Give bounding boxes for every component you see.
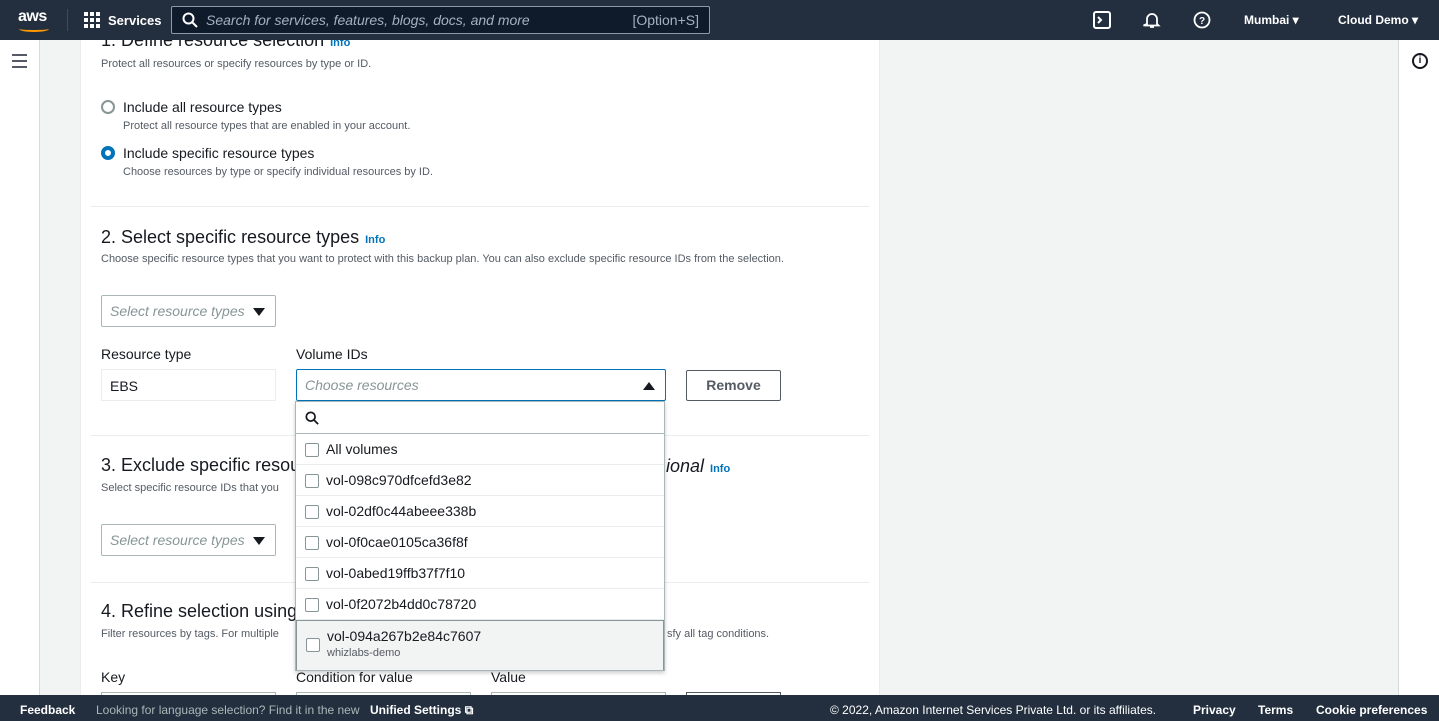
- dropdown-option[interactable]: vol-0f2072b4dd0c78720: [296, 589, 664, 620]
- resource-types-select[interactable]: Select resource types: [101, 295, 276, 327]
- account-menu[interactable]: Cloud Demo ▾: [1338, 13, 1418, 27]
- svg-text:?: ?: [1199, 16, 1205, 27]
- search-icon: [182, 12, 198, 28]
- search-icon: [305, 411, 319, 425]
- unified-settings-link[interactable]: Unified Settings: [370, 703, 461, 717]
- checkbox[interactable]: [305, 505, 319, 519]
- divider: [91, 206, 869, 207]
- caret-up-icon: [643, 382, 655, 390]
- feedback-link[interactable]: Feedback: [20, 703, 75, 717]
- divider: [67, 9, 68, 31]
- checkbox[interactable]: [305, 474, 319, 488]
- key-label: Key: [101, 669, 126, 685]
- caret-down-icon: [253, 308, 265, 316]
- resource-type-value: EBS: [101, 369, 276, 401]
- info-link[interactable]: Info: [710, 463, 730, 475]
- search-input[interactable]: Search for services, features, blogs, do…: [171, 6, 710, 34]
- section3-desc: Select specific resource IDs that you: [101, 482, 279, 494]
- section2-desc: Choose specific resource types that you …: [101, 253, 784, 265]
- checkbox[interactable]: [305, 598, 319, 612]
- dropdown-option[interactable]: vol-0f0cae0105ca36f8f: [296, 527, 664, 558]
- region-selector[interactable]: Mumbai ▾: [1244, 13, 1299, 27]
- section4-heading: 4. Refine selection using: [101, 601, 298, 621]
- info-icon[interactable]: i: [1412, 53, 1428, 69]
- radio-desc: Choose resources by type or specify indi…: [123, 166, 433, 178]
- radio-label: Include specific resource types: [123, 145, 315, 161]
- info-link[interactable]: Info: [330, 40, 350, 49]
- bell-icon[interactable]: [1143, 11, 1161, 29]
- help-icon[interactable]: ?: [1193, 11, 1211, 29]
- section1-heading: 1. Define resource selection Info: [101, 40, 350, 51]
- dropdown-option[interactable]: All volumes: [296, 434, 664, 465]
- cloudshell-icon[interactable]: [1093, 11, 1111, 29]
- right-panel: i: [1398, 40, 1439, 695]
- dropdown-option-highlighted[interactable]: vol-094a267b2e84c7607 whizlabs-demo: [296, 620, 664, 670]
- checkbox[interactable]: [305, 536, 319, 550]
- remove-button[interactable]: Remove: [686, 370, 781, 401]
- checkbox[interactable]: [305, 443, 319, 457]
- dropdown-option[interactable]: vol-02df0c44abeee338b: [296, 496, 664, 527]
- condition-label: Condition for value: [296, 669, 413, 685]
- checkbox[interactable]: [306, 638, 320, 652]
- terms-link[interactable]: Terms: [1258, 703, 1293, 717]
- aws-logo[interactable]: aws: [18, 8, 49, 32]
- radio-all-resource-types[interactable]: [101, 100, 115, 114]
- exclude-resource-types-select[interactable]: Select resource types: [101, 524, 276, 556]
- info-link[interactable]: Info: [365, 234, 385, 246]
- dropdown-option[interactable]: vol-098c970dfcefd3e82: [296, 465, 664, 496]
- top-navigation: aws Services Search for services, featur…: [0, 0, 1439, 40]
- language-text: Looking for language selection? Find it …: [96, 703, 360, 717]
- left-navigation: [0, 40, 40, 695]
- volume-ids-select[interactable]: Choose resources: [296, 369, 666, 401]
- dropdown-search-input[interactable]: [296, 402, 664, 434]
- radio-label: Include all resource types: [123, 99, 282, 115]
- resource-type-label: Resource type: [101, 346, 192, 362]
- radio-specific-resource-types[interactable]: [101, 146, 115, 160]
- dropdown-option[interactable]: vol-0abed19ffb37f7f10: [296, 558, 664, 589]
- section4-desc: Filter resources by tags. For multiple: [101, 628, 279, 640]
- menu-icon[interactable]: [12, 54, 27, 72]
- volume-ids-label: Volume IDs: [296, 346, 368, 362]
- section3-heading: 3. Exclude specific resou: [101, 455, 301, 475]
- section4-desc-end: sfy all tag conditions.: [667, 628, 770, 640]
- section2-heading: 2. Select specific resource types Info: [101, 227, 386, 247]
- section1-desc: Protect all resources or specify resourc…: [101, 58, 372, 70]
- caret-down-icon: [253, 537, 265, 545]
- value-label: Value: [491, 669, 526, 685]
- services-menu-button[interactable]: Services: [84, 12, 162, 28]
- privacy-link[interactable]: Privacy: [1193, 703, 1236, 717]
- cookie-preferences-link[interactable]: Cookie preferences: [1316, 703, 1427, 717]
- volume-dropdown: All volumes vol-098c970dfcefd3e82 vol-02…: [295, 401, 665, 671]
- footer: Feedback Looking for language selection?…: [0, 695, 1439, 721]
- grid-icon: [84, 12, 100, 28]
- radio-desc: Protect all resource types that are enab…: [123, 120, 411, 132]
- external-link-icon: ⧉: [464, 703, 474, 717]
- section3-heading-end: ional Info: [666, 456, 731, 476]
- copyright: © 2022, Amazon Internet Services Private…: [830, 703, 1157, 717]
- checkbox[interactable]: [305, 567, 319, 581]
